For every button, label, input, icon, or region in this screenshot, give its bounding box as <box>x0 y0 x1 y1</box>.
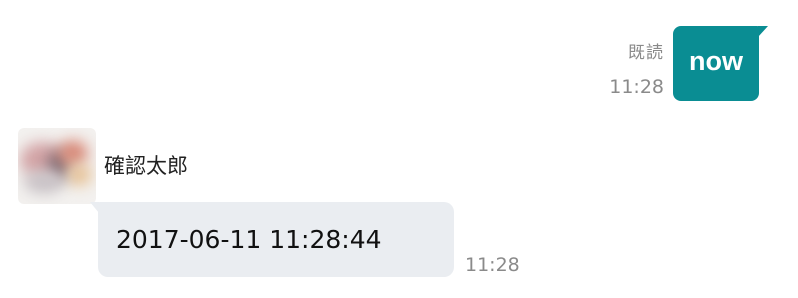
outgoing-message-text: now <box>689 46 743 76</box>
outgoing-timestamp: 11:28 <box>609 76 664 98</box>
read-status: 既読 <box>628 43 664 63</box>
incoming-message-text: 2017-06-11 11:28:44 <box>116 225 382 254</box>
incoming-timestamp: 11:28 <box>465 254 520 276</box>
incoming-message-bubble[interactable]: 2017-06-11 11:28:44 <box>90 202 454 277</box>
chat-thread: 既読 11:28 now 確認太郎 2017-06-11 11:28:44 11… <box>0 0 798 298</box>
outgoing-message-bubble[interactable]: now <box>673 26 768 101</box>
sender-avatar[interactable] <box>18 128 96 204</box>
outgoing-message-meta: 既読 11:28 <box>609 42 664 100</box>
sender-name: 確認太郎 <box>104 154 188 178</box>
